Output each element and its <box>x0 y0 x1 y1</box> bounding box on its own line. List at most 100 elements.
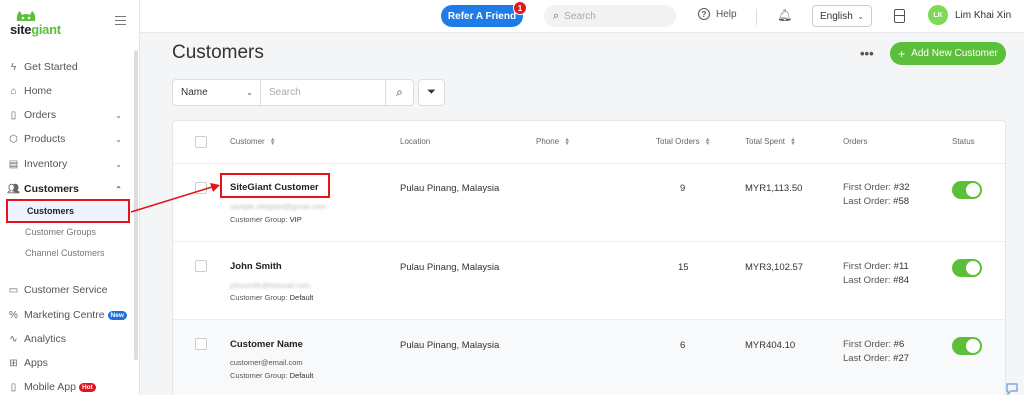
sidebar-item-label: Orders <box>24 109 57 121</box>
language-value: English <box>820 10 853 22</box>
help-circle-icon: ? <box>698 8 710 20</box>
sidebar-item-home[interactable]: ⌂ Home <box>0 80 132 102</box>
header-label: Customer <box>230 137 265 146</box>
header-label: Status <box>952 137 975 146</box>
customer-email: customer@email.com <box>230 358 303 367</box>
first-order[interactable]: #32 <box>894 182 910 193</box>
column-header-phone[interactable]: Phone ▲ ▼ <box>536 137 570 147</box>
search-button[interactable]: ⌕ <box>386 79 414 106</box>
box-icon: ⬡ <box>9 133 18 145</box>
group-value: VIP <box>289 215 302 224</box>
sidebar-item-mobile-app[interactable]: ▯ Mobile App Hot <box>0 376 132 395</box>
sidebar-subitem-label: Customer Groups <box>25 227 97 237</box>
first-order[interactable]: #11 <box>894 261 909 272</box>
sitegiant-logo[interactable]: sitegiant <box>10 8 74 40</box>
row-checkbox[interactable] <box>195 260 207 272</box>
add-button-label: Add New Customer <box>911 48 998 59</box>
refer-a-friend-button[interactable]: Refer A Friend <box>441 5 523 27</box>
last-order-prefix: Last Order: <box>843 196 891 207</box>
username[interactable]: Lim Khai Xin <box>955 10 1011 21</box>
header-label: Orders <box>843 137 868 146</box>
page-title: Customers <box>172 42 264 63</box>
group-prefix: Customer Group: <box>230 371 288 380</box>
customer-location: Pulau Pinang, Malaysia <box>400 262 500 273</box>
more-options-icon[interactable]: ••• <box>860 46 874 61</box>
last-order-prefix: Last Order: <box>843 275 891 286</box>
group-prefix: Customer Group: <box>230 215 288 224</box>
phone-icon: ▯ <box>10 381 17 393</box>
hamburger-menu-icon[interactable] <box>115 16 126 25</box>
search-field-select[interactable]: Name ⌄ <box>172 79 261 106</box>
sidebar-subitem-channel-customers[interactable]: Channel Customers <box>0 243 132 263</box>
search-placeholder: Search <box>564 10 596 22</box>
last-order[interactable]: #84 <box>893 275 909 286</box>
column-header-total-spent[interactable]: Total Spent ▲ ▼ <box>745 137 796 147</box>
sidebar-item-customer-service[interactable]: ▭ Customer Service <box>0 279 132 301</box>
layout-switch-icon[interactable] <box>894 9 905 23</box>
top-bar: Refer A Friend 1 ⌕ Search ? Help 🔔︎ Engl… <box>140 0 1024 33</box>
sidebar-item-analytics[interactable]: ∿ Analytics <box>0 328 132 350</box>
sidebar-item-label: Get Started <box>24 61 78 73</box>
customers-table: Customer ▲ ▼ Location Phone ▲ ▼ Total Orders… <box>172 120 1006 395</box>
new-badge: New <box>107 310 127 320</box>
logo-horns-icon <box>16 11 36 21</box>
avatar[interactable]: LK <box>928 5 948 25</box>
row-checkbox[interactable] <box>195 338 207 350</box>
customer-location: Pulau Pinang, Malaysia <box>400 183 500 194</box>
language-select[interactable]: English ⌄ <box>812 5 872 27</box>
last-order[interactable]: #27 <box>893 353 909 364</box>
sidebar-item-label: Customers <box>24 183 79 195</box>
search-field-value: Name <box>181 87 208 98</box>
total-spent: MYR3,102.57 <box>745 262 804 273</box>
status-toggle[interactable] <box>952 337 982 355</box>
sidebar-item-apps[interactable]: ⊞ Apps <box>0 352 132 374</box>
home-icon: ⌂ <box>10 85 17 97</box>
sidebar-subitem-customers[interactable]: Customers <box>6 199 130 223</box>
sidebar-item-orders[interactable]: ▯ Orders ⌄ <box>0 104 132 126</box>
first-order[interactable]: #6 <box>894 339 905 350</box>
sidebar-item-inventory[interactable]: ▤ Inventory ⌄ <box>0 153 132 175</box>
customer-name[interactable]: Customer Name <box>230 339 303 350</box>
hot-badge: Hot <box>78 382 96 392</box>
filter-bar: Name ⌄ Search ⌕ <box>172 79 414 106</box>
column-header-location: Location <box>400 137 430 146</box>
sidebar-subitem-customer-groups[interactable]: Customer Groups <box>0 222 132 242</box>
status-toggle[interactable] <box>952 181 982 199</box>
chevron-down-icon: ⌄ <box>115 110 122 120</box>
add-new-customer-button[interactable]: + Add New Customer <box>890 42 1006 65</box>
sidebar-item-label: Apps <box>24 357 48 369</box>
sidebar-subitem-label: Channel Customers <box>25 248 105 258</box>
search-icon: ⌕ <box>553 9 560 22</box>
status-toggle[interactable] <box>952 259 982 277</box>
column-header-customer[interactable]: Customer ▲ ▼ <box>230 137 276 147</box>
customer-group: Customer Group: VIP <box>230 215 302 224</box>
select-all-checkbox[interactable] <box>195 136 207 148</box>
chat-widget-icon[interactable] <box>1005 381 1019 395</box>
customer-search-input[interactable]: Search <box>261 79 386 106</box>
table-row[interactable]: John Smith johnsmith@hotmail.com Custome… <box>173 241 1005 319</box>
customer-name[interactable]: John Smith <box>230 261 282 272</box>
filter-button[interactable]: ⏷ <box>418 79 445 106</box>
customer-email: johnsmith@hotmail.com <box>230 281 311 290</box>
chevron-down-icon: ⌄ <box>246 88 253 97</box>
last-order[interactable]: #58 <box>893 196 909 207</box>
sidebar-item-get-started[interactable]: ϟ Get Started <box>0 56 132 78</box>
sidebar-item-customers[interactable]: 👥︎ Customers ⌃ <box>0 178 132 200</box>
last-order-prefix: Last Order: <box>843 353 891 364</box>
sidebar-item-label: Home <box>24 85 53 97</box>
funnel-icon: ⏷ <box>427 86 436 98</box>
sidebar-item-products[interactable]: ⬡ Products ⌄ <box>0 128 132 150</box>
column-header-total-orders[interactable]: Total Orders ▲ ▼ <box>656 137 711 147</box>
order-range: First Order: #6 Last Order: #27 <box>843 338 909 366</box>
sidebar-item-marketing-centre[interactable]: % Marketing Centre New <box>0 304 132 326</box>
table-row[interactable]: Customer Name customer@email.com Custome… <box>173 319 1005 395</box>
sidebar-item-label: Marketing Centre <box>24 309 105 321</box>
global-search-input[interactable]: ⌕ Search <box>544 5 676 27</box>
row-checkbox[interactable] <box>195 182 207 194</box>
plus-icon: + <box>898 46 906 61</box>
bell-icon[interactable]: 🔔︎ <box>777 8 792 22</box>
header-label: Phone <box>536 137 560 146</box>
help-button[interactable]: ? Help <box>698 8 737 20</box>
column-header-orders: Orders <box>843 137 867 146</box>
sidebar-scrollbar[interactable] <box>134 50 138 360</box>
